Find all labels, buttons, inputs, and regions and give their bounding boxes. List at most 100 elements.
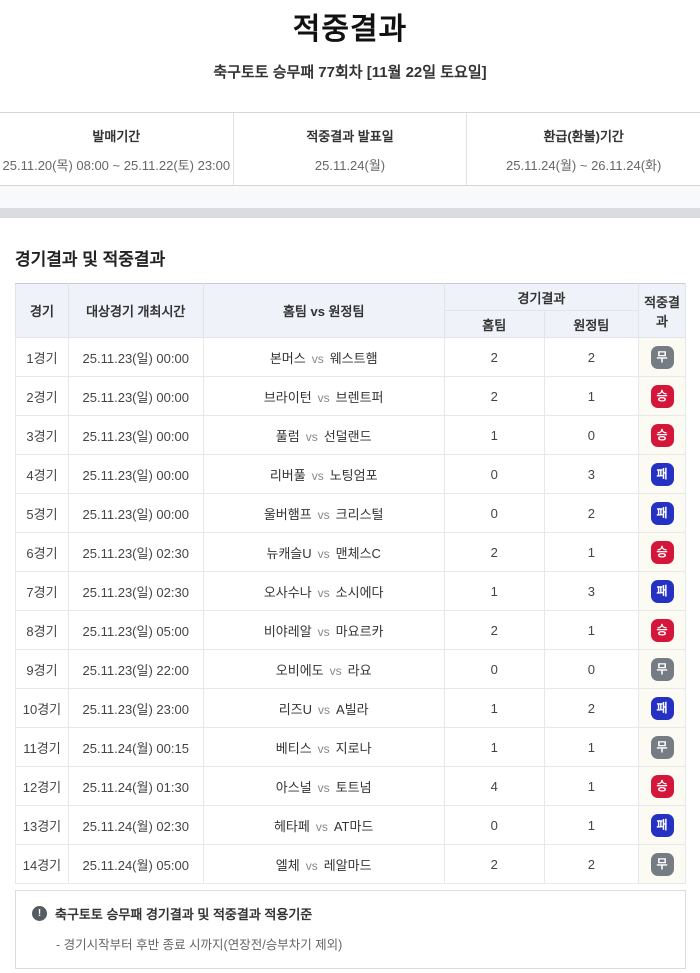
hit-result-cell: 패 (638, 688, 686, 728)
match-number-cell: 6경기 (15, 532, 69, 572)
sale-period-value: 25.11.20(목) 08:00 ~ 25.11.22(토) 23:00 (2, 158, 231, 173)
match-time-cell: 25.11.23(일) 00:00 (67, 493, 204, 533)
away-team-name: 크리스털 (335, 506, 384, 522)
result-badge-win: 승 (650, 618, 674, 642)
match-teams-cell: 엘체 vs 레알마드 (202, 844, 445, 884)
divider-band (0, 208, 700, 218)
refund-period-value: 25.11.24(월) ~ 26.11.24(화) (506, 158, 662, 173)
vs-label: vs (318, 702, 331, 717)
col-header-away: 원정팀 (543, 310, 640, 338)
page-header: 적중결과 축구토토 승무패 77회차 [11월 22일 토요일] (0, 0, 700, 82)
away-team-name: 마요르카 (335, 623, 384, 639)
match-number-cell: 4경기 (15, 454, 69, 494)
col-header-game: 경기 (15, 283, 69, 338)
vs-label: vs (317, 780, 330, 795)
vs-label: vs (329, 663, 342, 678)
result-badge-win: 승 (650, 540, 674, 564)
away-team-name: 레알마드 (323, 857, 372, 873)
home-score-cell: 2 (443, 532, 545, 572)
match-teams-cell: 리버풀 vs 노팅엄포 (202, 454, 445, 494)
notice-title: 축구토토 승무패 경기결과 및 적중결과 적용기준 (55, 907, 313, 922)
hit-result-cell: 승 (638, 376, 686, 416)
hit-result-cell: 승 (638, 415, 686, 455)
match-time-cell: 25.11.23(일) 23:00 (67, 688, 204, 728)
vs-label: vs (305, 429, 318, 444)
home-score-cell: 1 (443, 688, 545, 728)
match-time-cell: 25.11.23(일) 22:00 (67, 649, 204, 689)
announce-date-label: 적중결과 발표일 (306, 129, 394, 144)
match-time-cell: 25.11.23(일) 00:00 (67, 454, 204, 494)
home-team-name: 오비에도 (275, 662, 324, 678)
vs-label: vs (317, 624, 330, 639)
home-team-name: 본머스 (269, 350, 306, 366)
away-score-cell: 2 (543, 337, 640, 377)
hit-result-cell: 패 (638, 805, 686, 845)
hit-result-cell: 무 (638, 337, 686, 377)
match-number-cell: 12경기 (15, 766, 69, 806)
vs-label: vs (315, 819, 328, 834)
spacer-strip (0, 186, 700, 208)
away-score-cell: 1 (543, 766, 640, 806)
home-team-name: 울버햄프 (263, 506, 312, 522)
match-teams-cell: 울버햄프 vs 크리스털 (202, 493, 445, 533)
section-title: 경기결과 및 적중결과 (15, 250, 166, 269)
match-teams-cell: 비야레알 vs 마요르카 (202, 610, 445, 650)
hit-result-cell: 무 (638, 844, 686, 884)
table-row: 1경기 25.11.23(일) 00:00 본머스 vs 웨스트햄 2 2 무 (15, 337, 686, 377)
notice-item: - 경기시작부터 후반 종료 시까지(연장전/승부차기 제외) (56, 938, 343, 952)
result-badge-lose: 패 (650, 579, 674, 603)
home-team-name: 아스널 (275, 779, 312, 795)
home-score-cell: 1 (443, 727, 545, 767)
home-team-name: 헤타페 (273, 818, 310, 834)
match-teams-cell: 리즈U vs A빌라 (202, 688, 445, 728)
match-number-cell: 10경기 (15, 688, 69, 728)
away-team-name: 토트넘 (335, 779, 372, 795)
table-row: 9경기 25.11.23(일) 22:00 오비에도 vs 라요 0 0 무 (15, 649, 686, 689)
result-badge-lose: 패 (650, 462, 674, 486)
hit-result-cell: 패 (638, 493, 686, 533)
away-team-name: AT마드 (333, 818, 374, 834)
away-score-cell: 1 (543, 376, 640, 416)
table-row: 3경기 25.11.23(일) 00:00 풀럼 vs 선덜랜드 1 0 승 (15, 415, 686, 455)
match-number-cell: 11경기 (15, 727, 69, 767)
vs-label: vs (317, 390, 330, 405)
home-score-cell: 2 (443, 610, 545, 650)
match-time-cell: 25.11.23(일) 00:00 (67, 376, 204, 416)
match-time-cell: 25.11.23(일) 00:00 (67, 415, 204, 455)
match-time-cell: 25.11.23(일) 00:00 (67, 337, 204, 377)
sale-period: 발매기간 25.11.20(목) 08:00 ~ 25.11.22(토) 23:… (0, 113, 233, 185)
vs-label: vs (311, 468, 324, 483)
home-score-cell: 4 (443, 766, 545, 806)
match-teams-cell: 오비에도 vs 라요 (202, 649, 445, 689)
away-team-name: 지로나 (335, 740, 372, 756)
match-teams-cell: 풀럼 vs 선덜랜드 (202, 415, 445, 455)
info-icon: ! (32, 906, 47, 921)
match-number-cell: 13경기 (15, 805, 69, 845)
match-number-cell: 1경기 (15, 337, 69, 377)
match-teams-cell: 헤타페 vs AT마드 (202, 805, 445, 845)
match-time-cell: 25.11.23(일) 02:30 (67, 571, 204, 611)
sale-period-label: 발매기간 (92, 129, 141, 144)
away-team-name: 선덜랜드 (323, 428, 372, 444)
home-team-name: 비야레알 (263, 623, 312, 639)
match-time-cell: 25.11.23(일) 05:00 (67, 610, 204, 650)
away-score-cell: 2 (543, 688, 640, 728)
match-number-cell: 7경기 (15, 571, 69, 611)
vs-label: vs (311, 351, 324, 366)
home-score-cell: 0 (443, 493, 545, 533)
away-score-cell: 1 (543, 805, 640, 845)
match-teams-cell: 뉴캐슬U vs 맨체스C (202, 532, 445, 572)
results-section: 경기결과 및 적중결과 경기 대상경기 개최시간 홈팀 vs 원정팀 경기결과 … (0, 245, 700, 969)
page-subtitle: 축구토토 승무패 77회차 [11월 22일 토요일] (213, 64, 487, 81)
vs-label: vs (305, 858, 318, 873)
away-team-name: 노팅엄포 (329, 467, 378, 483)
match-teams-cell: 브라이턴 vs 브렌트퍼 (202, 376, 445, 416)
results-table-body: 1경기 25.11.23(일) 00:00 본머스 vs 웨스트햄 2 2 무 2경기 25.11… (15, 337, 686, 884)
col-header-home: 홈팀 (443, 310, 545, 338)
away-team-name: 맨체스C (335, 545, 381, 561)
col-header-time: 대상경기 개최시간 (67, 283, 204, 338)
match-time-cell: 25.11.24(월) 01:30 (67, 766, 204, 806)
match-time-cell: 25.11.23(일) 02:30 (67, 532, 204, 572)
home-team-name: 리버풀 (269, 467, 306, 483)
match-time-cell: 25.11.24(월) 05:00 (67, 844, 204, 884)
